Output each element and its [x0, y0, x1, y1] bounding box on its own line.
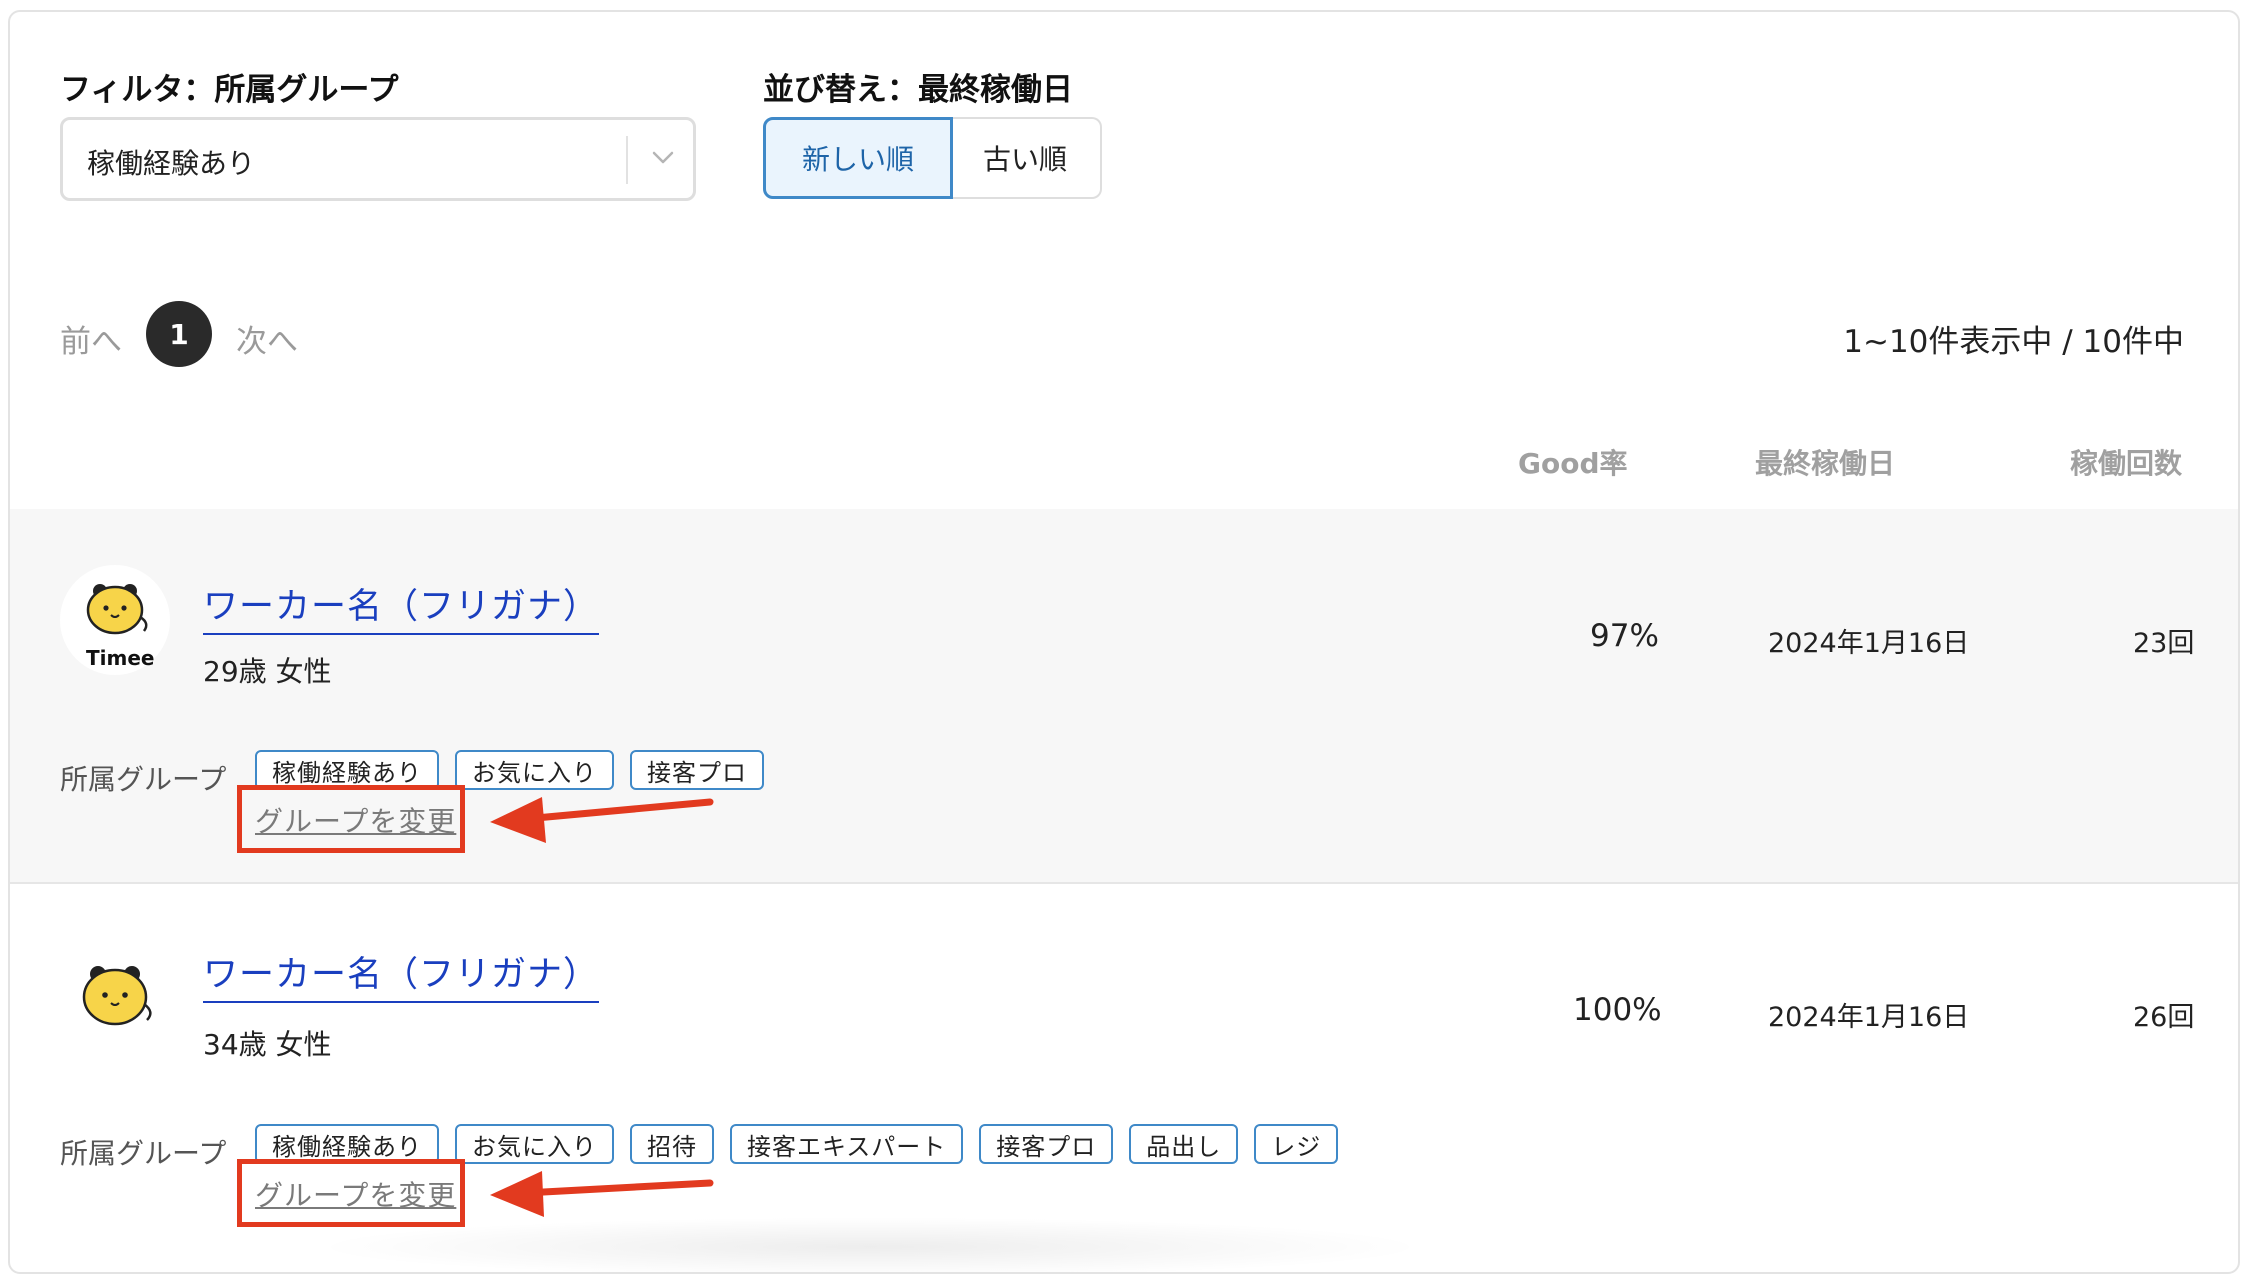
group-tag: 稼働経験あり — [255, 1124, 439, 1164]
column-header-work-count: 稼働回数 — [2070, 447, 2183, 480]
work-count-value: 23回 — [2133, 628, 2195, 659]
last-work-date-value: 2024年1月16日 — [1768, 1002, 1970, 1033]
group-tag: レジ — [1254, 1124, 1339, 1164]
good-rate-value: 97% — [1590, 618, 1659, 654]
avatar: Timee — [60, 565, 170, 675]
group-filter-value: 稼働経験あり — [87, 147, 256, 180]
group-label: 所属グループ — [60, 1137, 227, 1170]
last-work-date-value: 2024年1月16日 — [1768, 628, 1970, 659]
worker-profile: 34歳 女性 — [203, 1028, 332, 1061]
timee-logo-text: Timee — [86, 646, 155, 670]
sort-newest-button[interactable]: 新しい順 — [763, 117, 953, 199]
column-header-good-rate: Good率 — [1518, 447, 1628, 480]
sort-label: 並び替え：最終稼働日 — [763, 72, 1073, 108]
avatar — [60, 940, 170, 1050]
page-number-current[interactable]: 1 — [146, 301, 212, 367]
timee-mascot-icon — [82, 966, 152, 1026]
worker-name-link[interactable]: ワーカー名（フリガナ） — [203, 946, 600, 1003]
group-tag: 接客エキスパート — [730, 1124, 964, 1164]
change-group-link[interactable]: グループを変更 — [255, 1174, 456, 1214]
group-filter-select[interactable]: 稼働経験あり — [60, 117, 696, 201]
sort-oldest-button[interactable]: 古い順 — [950, 117, 1102, 199]
group-tag-list: 稼働経験あり お気に入り 招待 接客エキスパート 接客プロ 品出し レジ — [255, 1124, 1339, 1164]
worker-profile: 29歳 女性 — [203, 655, 332, 688]
worker-list-panel: フィルタ：所属グループ 稼働経験あり 並び替え：最終稼働日 新しい順 古い順 前… — [8, 10, 2240, 1274]
group-tag: 品出し — [1129, 1124, 1239, 1164]
red-arrow-icon — [490, 797, 714, 843]
group-tag: 接客プロ — [979, 1124, 1114, 1164]
worker-name-link[interactable]: ワーカー名（フリガナ） — [203, 578, 600, 635]
row-divider — [10, 882, 2238, 884]
highlight-box: グループを変更 — [237, 785, 465, 853]
prev-page-link[interactable]: 前へ — [60, 316, 122, 361]
column-header-last-work-date: 最終稼働日 — [1755, 447, 1896, 480]
filter-label: フィルタ：所属グループ — [60, 72, 399, 108]
work-count-value: 26回 — [2133, 1002, 2195, 1033]
bottom-shadow — [310, 1217, 1430, 1272]
select-separator — [626, 136, 628, 184]
group-tag: 稼働経験あり — [255, 750, 439, 790]
next-page-link[interactable]: 次へ — [236, 316, 298, 361]
good-rate-value: 100% — [1573, 992, 1662, 1028]
result-count: 1~10件表示中 / 10件中 — [1843, 324, 2184, 360]
group-label: 所属グループ — [60, 763, 227, 796]
chevron-down-icon — [652, 151, 674, 164]
change-group-link[interactable]: グループを変更 — [255, 800, 456, 840]
